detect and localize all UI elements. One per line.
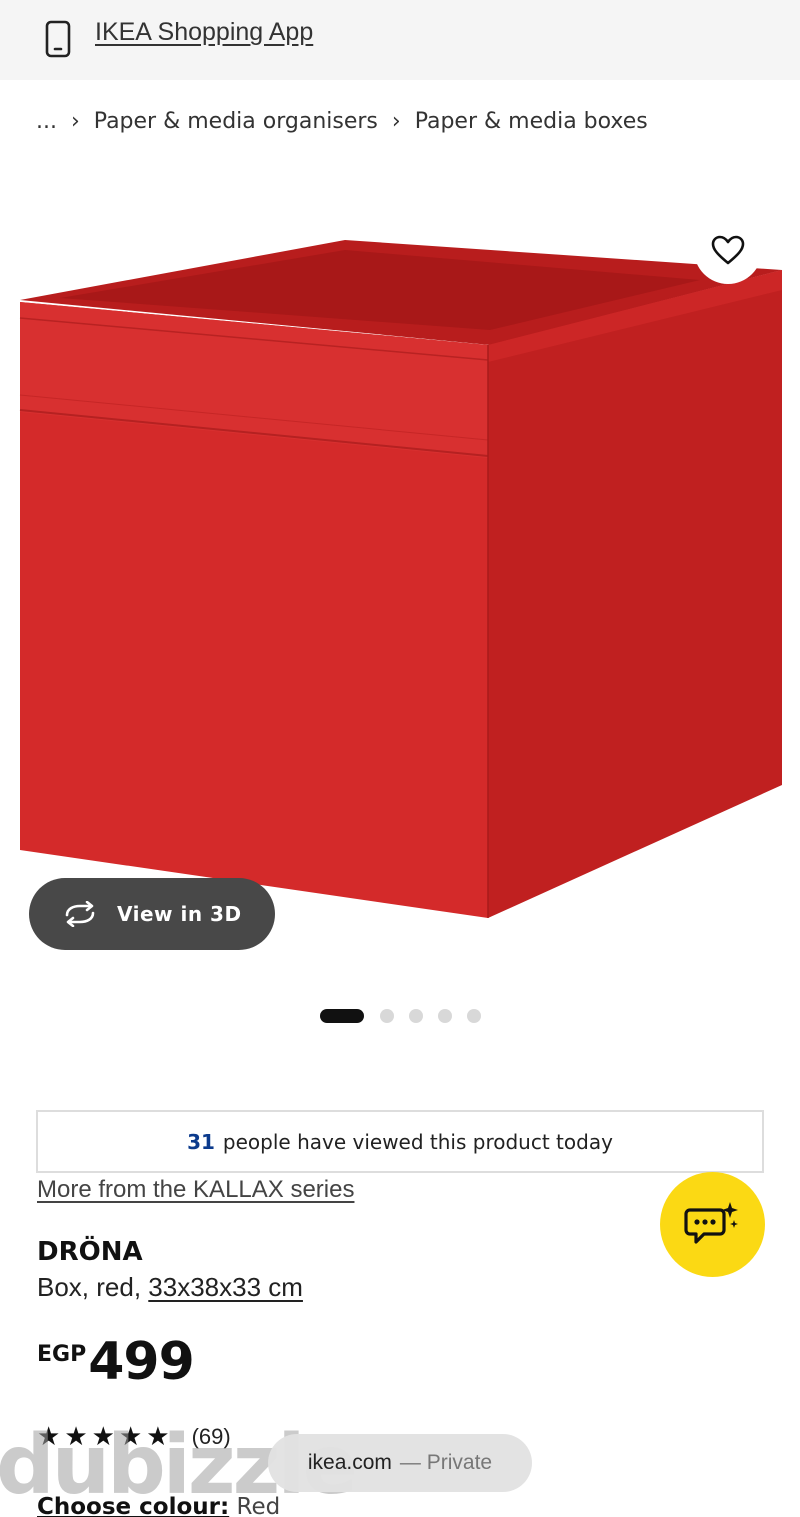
product-dimensions-link[interactable]: 33x38x33 cm	[148, 1272, 303, 1302]
price-amount: 499	[88, 1332, 195, 1392]
browser-domain: ikea.com	[307, 1451, 392, 1474]
views-text: people have viewed this product today	[222, 1129, 613, 1154]
product-description-text: Box, red,	[37, 1272, 149, 1302]
carousel-dot-4[interactable]	[438, 1009, 452, 1023]
carousel-dot-3[interactable]	[409, 1009, 423, 1023]
product-image[interactable]	[0, 180, 800, 970]
heart-icon	[711, 235, 745, 265]
shopping-app-link[interactable]: IKEA Shopping App	[95, 18, 313, 47]
breadcrumb-item-ellipsis[interactable]: ...	[36, 109, 57, 134]
price-currency: EGP	[37, 1342, 87, 1367]
browser-url-pill[interactable]: ikea.com — Private	[268, 1434, 532, 1492]
carousel-dots	[320, 1008, 496, 1024]
breadcrumb-item-paper-media-organisers[interactable]: Paper & media organisers	[94, 109, 378, 134]
breadcrumb: ... › Paper & media organisers › Paper &…	[36, 104, 648, 138]
chevron-right-icon: ›	[391, 108, 401, 134]
rotate-3d-icon	[65, 901, 95, 927]
carousel-dot-2[interactable]	[380, 1009, 394, 1023]
kallax-series-link[interactable]: More from the KALLAX series	[37, 1176, 354, 1204]
view-in-3d-button[interactable]: View in 3D	[29, 878, 275, 950]
chat-sparkle-icon	[683, 1201, 738, 1244]
views-count: 31	[187, 1129, 215, 1154]
carousel-dot-5[interactable]	[467, 1009, 481, 1023]
phone-icon	[45, 20, 71, 58]
wishlist-button[interactable]	[694, 216, 762, 284]
breadcrumb-item-paper-media-boxes[interactable]: Paper & media boxes	[415, 109, 648, 134]
product-price: EGP 499	[37, 1332, 195, 1392]
chevron-right-icon: ›	[70, 108, 80, 134]
app-banner: IKEA Shopping App	[0, 0, 800, 80]
view-in-3d-label: View in 3D	[117, 902, 242, 926]
product-name: DRÖNA	[37, 1237, 143, 1267]
chat-assistant-button[interactable]	[660, 1172, 765, 1277]
product-description: Box, red, 33x38x33 cm	[37, 1272, 303, 1303]
browser-private-mode: — Private	[399, 1451, 493, 1474]
views-today-banner: 31 people have viewed this product today	[36, 1110, 764, 1173]
carousel-dot-1[interactable]	[320, 1009, 364, 1023]
